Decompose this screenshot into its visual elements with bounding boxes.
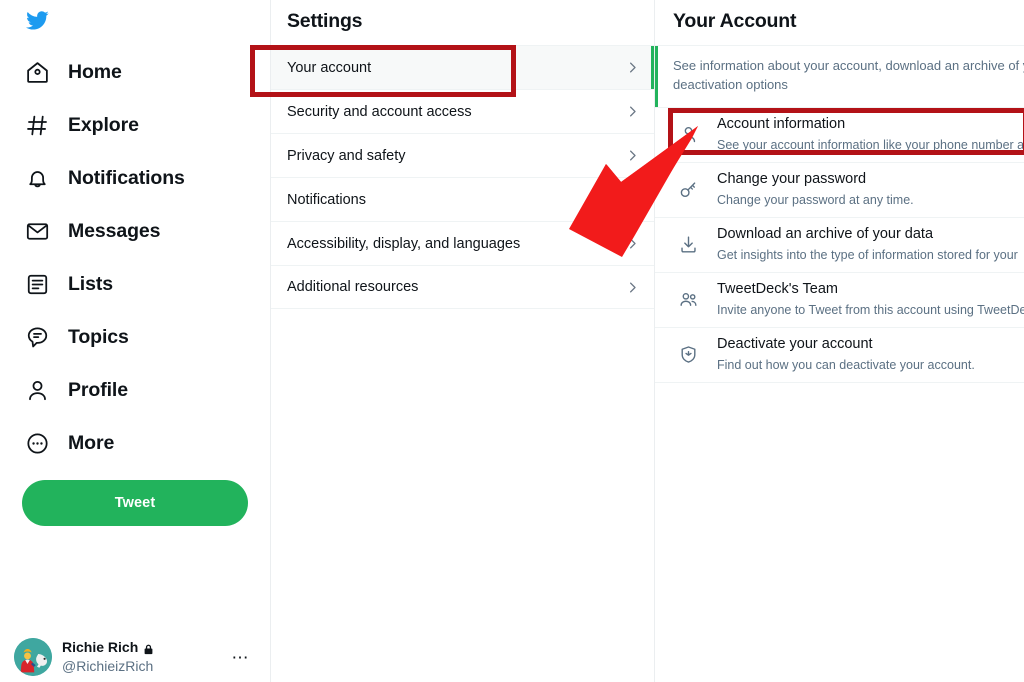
chevron-right-icon [625,236,640,251]
settings-item-label: Additional resources [287,279,419,295]
deactivate-shield-icon [677,344,699,366]
tweet-button[interactable]: Tweet [22,480,248,526]
hashtag-icon [24,113,50,139]
detail-item-text: TweetDeck's Team Invite anyone to Tweet … [717,279,1024,321]
settings-item-security-and-account-access[interactable]: Security and account access [271,89,654,133]
sidebar-item-topics[interactable]: Topics [14,311,270,364]
sidebar-item-label: More [68,432,115,454]
sidebar-item-label: Lists [68,273,114,295]
sidebar-item-messages[interactable]: Messages [14,205,270,258]
chevron-right-icon [625,148,640,163]
account-switcher[interactable]: Richie Rich @RichieizRich ⋯ [8,632,260,682]
download-icon [677,234,699,256]
sidebar-item-profile[interactable]: Profile [14,364,270,417]
chevron-right-icon [625,280,640,295]
sidebar-item-label: Notifications [68,167,185,189]
sidebar-item-label: Topics [68,326,129,348]
ellipsis-icon[interactable]: ⋯ [232,649,255,666]
detail-item-tweetdecks-team[interactable]: TweetDeck's Team Invite anyone to Tweet … [655,272,1024,328]
settings-item-accessibility-display-and-languages[interactable]: Accessibility, display, and languages [271,221,654,265]
settings-item-label: Your account [287,59,372,76]
sidebar-item-label: Explore [68,114,139,136]
account-text: Richie Rich @RichieizRich [62,637,222,677]
twitter-settings-screen: Home Explore Notifications Messages List… [0,0,1024,682]
settings-item-label: Privacy and safety [287,147,406,164]
lock-icon [142,642,155,655]
detail-item-subtitle: Invite anyone to Tweet from this account… [717,302,1024,317]
twitter-bird-icon [24,9,270,32]
settings-item-label: Notifications [287,191,366,208]
avatar [14,638,52,676]
settings-item-notifications[interactable]: Notifications [271,177,654,221]
chevron-right-icon [625,60,640,75]
detail-item-title: Change your password [717,170,867,187]
settings-title: Settings [287,10,363,32]
detail-item-title: Download an archive of your data [717,225,934,242]
detail-item-deactivate-your-account[interactable]: Deactivate your account Find out how you… [655,327,1024,383]
detail-item-text: Change your password Change your passwor… [717,169,1008,211]
detail-item-subtitle: Change your password at any time. [717,192,914,207]
chevron-right-icon [625,104,640,119]
sidebar-item-label: Profile [68,379,128,401]
settings-item-your-account[interactable]: Your account [271,45,654,89]
home-icon [24,60,50,86]
detail-item-subtitle: Get insights into the type of informatio… [717,247,1018,262]
panel-description: See information about your account, down… [655,45,1024,108]
sidebar-item-more[interactable]: More [14,417,270,470]
sidebar-item-lists[interactable]: Lists [14,258,270,311]
detail-item-title: Account information [717,115,846,132]
detail-item-account-information[interactable]: Account information See your account inf… [655,107,1024,163]
detail-item-text: Deactivate your account Find out how you… [717,334,1008,376]
primary-sidebar: Home Explore Notifications Messages List… [0,0,270,682]
settings-item-additional-resources[interactable]: Additional resources [271,265,654,309]
sidebar-item-explore[interactable]: Explore [14,99,270,152]
account-display-name: Richie Rich [62,639,139,656]
detail-item-subtitle: Find out how you can deactivate your acc… [717,357,975,372]
list-icon [24,272,50,298]
detail-item-subtitle: See your account information like your p… [717,137,1024,152]
more-ellipsis-circle-icon [24,431,50,457]
sidebar-item-notifications[interactable]: Notifications [14,152,270,205]
your-account-panel: Your Account See information about your … [655,0,1024,682]
bell-icon [24,166,50,192]
detail-item-download-an-archive-of-your-data[interactable]: Download an archive of your data Get ins… [655,217,1024,273]
detail-item-text: Download an archive of your data Get ins… [717,224,1018,266]
account-handle: @RichieizRich [62,657,154,674]
settings-item-privacy-and-safety[interactable]: Privacy and safety [271,133,654,177]
person-icon [24,378,50,404]
settings-item-label: Security and account access [287,103,472,120]
topics-speech-bubble-icon [24,325,50,351]
envelope-icon [24,219,50,245]
detail-item-change-your-password[interactable]: Change your password Change your passwor… [655,162,1024,218]
panel-description-line-1: See information about your account, down… [673,58,1024,73]
people-icon [677,289,699,311]
panel-title: Your Account [673,10,797,32]
sidebar-item-label: Messages [68,220,161,242]
detail-item-title: TweetDeck's Team [717,280,838,297]
key-icon [677,179,699,201]
person-icon [677,124,699,146]
settings-item-label: Accessibility, display, and languages [287,235,521,252]
panel-description-line-2: deactivation options [673,76,788,92]
detail-item-text: Account information See your account inf… [717,114,1024,156]
sidebar-item-home[interactable]: Home [14,46,270,99]
settings-column: Settings Your account Security and accou… [270,0,655,682]
detail-item-title: Deactivate your account [717,335,873,352]
twitter-logo[interactable] [14,0,270,46]
sidebar-item-label: Home [68,61,122,83]
